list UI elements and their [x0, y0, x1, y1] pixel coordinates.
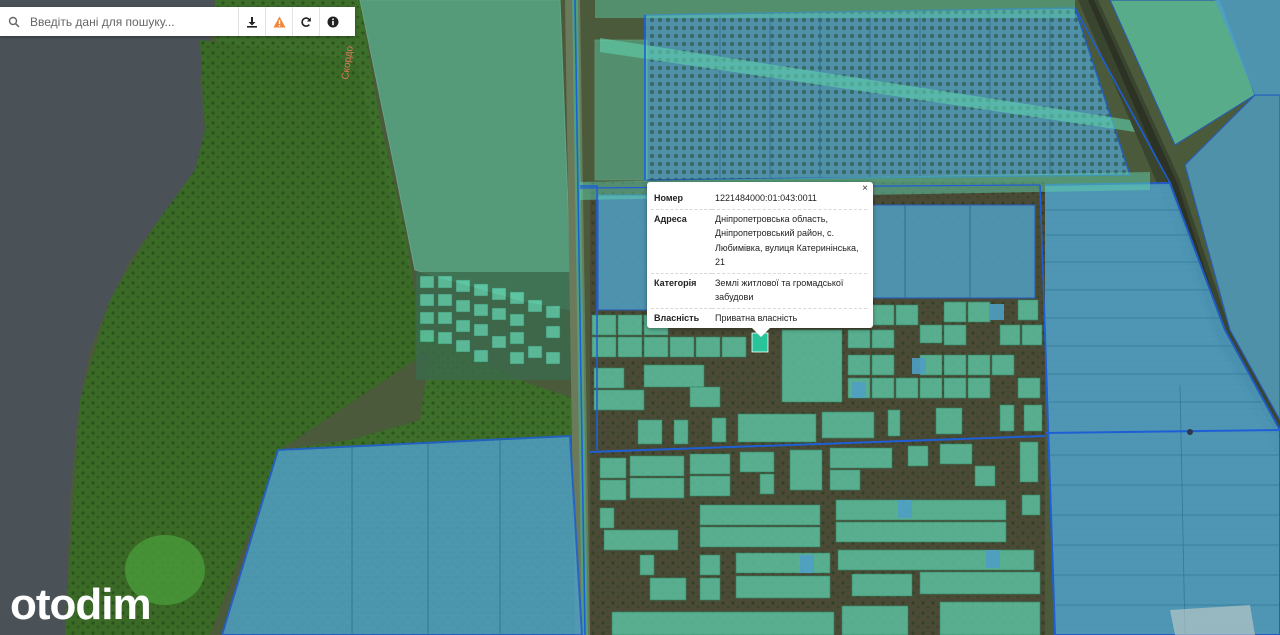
parcel-info-table: Номер 1221484000:01:043:0011 Адреса Дніп…: [651, 189, 867, 328]
row-key: Категорія: [651, 273, 712, 309]
warning-icon: [273, 16, 285, 27]
row-value: Землі житлової та громадської забудови: [712, 273, 867, 309]
row-value: Приватна власність: [715, 312, 798, 323]
refresh-icon: [301, 16, 311, 27]
watermark-logo: otodim: [10, 580, 152, 629]
refresh-button[interactable]: [292, 7, 319, 36]
download-button[interactable]: [238, 7, 265, 36]
table-row: Номер 1221484000:01:043:0011: [651, 189, 867, 210]
search-input[interactable]: [28, 8, 238, 35]
row-value: Дніпропетровська область, Дніпропетровсь…: [712, 209, 867, 274]
search-icon: [0, 7, 28, 36]
cadastral-map[interactable]: Скордо: [0, 0, 1280, 635]
row-key: Власність: [654, 312, 700, 323]
warning-button[interactable]: [265, 7, 292, 36]
popup-pointer: [752, 328, 770, 337]
table-row: Власність Приватна власність: [651, 308, 867, 328]
row-key: Адреса: [651, 209, 712, 274]
parcel-info-popup: × Номер 1221484000:01:043:0011 Адреса Дн…: [647, 182, 873, 337]
info-button[interactable]: [319, 7, 346, 36]
residential-west: [416, 272, 574, 380]
info-icon: [327, 16, 339, 27]
row-key: Номер: [651, 189, 712, 210]
table-row: Адреса Дніпропетровська область, Дніпроп…: [651, 209, 867, 274]
download-icon: [247, 16, 257, 28]
row-value: 1221484000:01:043:0011: [712, 189, 867, 210]
search-toolbar: [0, 7, 355, 36]
table-row: Категорія Землі житлової та громадської …: [651, 273, 867, 309]
map-layers: Скордо: [0, 0, 1280, 635]
